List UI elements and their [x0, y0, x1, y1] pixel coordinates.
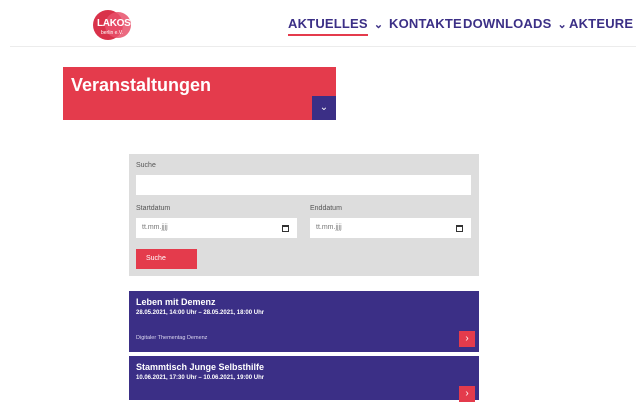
start-date-placeholder: tt.mm.jjjj: [142, 224, 168, 231]
nav-item-label: DOWNLOADS: [463, 16, 552, 31]
nav-item-label: KONTAKTE: [389, 16, 462, 31]
header-divider: [10, 46, 636, 47]
end-date-placeholder: tt.mm.jjjj: [316, 224, 342, 231]
end-date-label: Enddatum: [310, 205, 342, 212]
nav-item-label: AKTUELLES: [288, 16, 368, 36]
event-search-form: Suche Startdatum tt.mm.jjjj Enddatum tt.…: [129, 154, 479, 276]
event-title: Leben mit Demenz: [136, 297, 216, 307]
calendar-icon[interactable]: [456, 225, 463, 232]
nav-item-label: AKTEURE: [569, 16, 634, 31]
search-input[interactable]: [136, 175, 471, 195]
event-title: Stammtisch Junge Selbsthilfe: [136, 362, 265, 372]
search-label: Suche: [136, 162, 156, 169]
site-header: LAKOS berlin e.V. AKTUELLES ⌄ KONTAKTE DO…: [0, 0, 636, 46]
chevron-right-icon[interactable]: ›: [459, 331, 475, 347]
page-title: Veranstaltungen: [71, 75, 212, 95]
event-card[interactable]: Leben mit Demenz 28.05.2021, 14:00 Uhr –…: [129, 291, 479, 352]
event-date: 28.05.2021, 14:00 Uhr – 28.05.2021, 18:0…: [136, 310, 265, 316]
banner-toggle-button[interactable]: ⌄: [312, 96, 336, 120]
chevron-down-icon: ⌄: [373, 19, 384, 31]
start-date-field[interactable]: tt.mm.jjjj: [136, 218, 297, 238]
chevron-down-icon: ⌄: [557, 19, 567, 31]
end-date-field[interactable]: tt.mm.jjjj: [310, 218, 471, 238]
page-title-banner: Veranstaltungen ⌄: [63, 67, 336, 120]
site-logo[interactable]: LAKOS berlin e.V.: [93, 10, 133, 40]
nav-item-downloads[interactable]: DOWNLOADS ⌄: [463, 16, 567, 36]
nav-item-akteure[interactable]: AKTEURE⌄: [569, 16, 636, 36]
nav-item-kontakte[interactable]: KONTAKTE: [389, 16, 462, 36]
event-category: Digitaler Thementag Demenz: [136, 335, 208, 341]
nav-item-aktuelles[interactable]: AKTUELLES ⌄: [288, 16, 383, 36]
start-date-label: Startdatum: [136, 205, 171, 212]
search-button[interactable]: Suche: [136, 249, 197, 269]
chevron-down-icon: ⌄: [319, 102, 329, 113]
calendar-icon[interactable]: [282, 225, 289, 232]
event-card[interactable]: Stammtisch Junge Selbsthilfe 10.06.2021,…: [129, 356, 479, 402]
logo-subtext: berlin e.V.: [101, 30, 124, 36]
event-date: 10.06.2021, 17:30 Uhr – 10.06.2021, 19:0…: [136, 375, 265, 381]
logo-text: LAKOS: [97, 18, 131, 29]
